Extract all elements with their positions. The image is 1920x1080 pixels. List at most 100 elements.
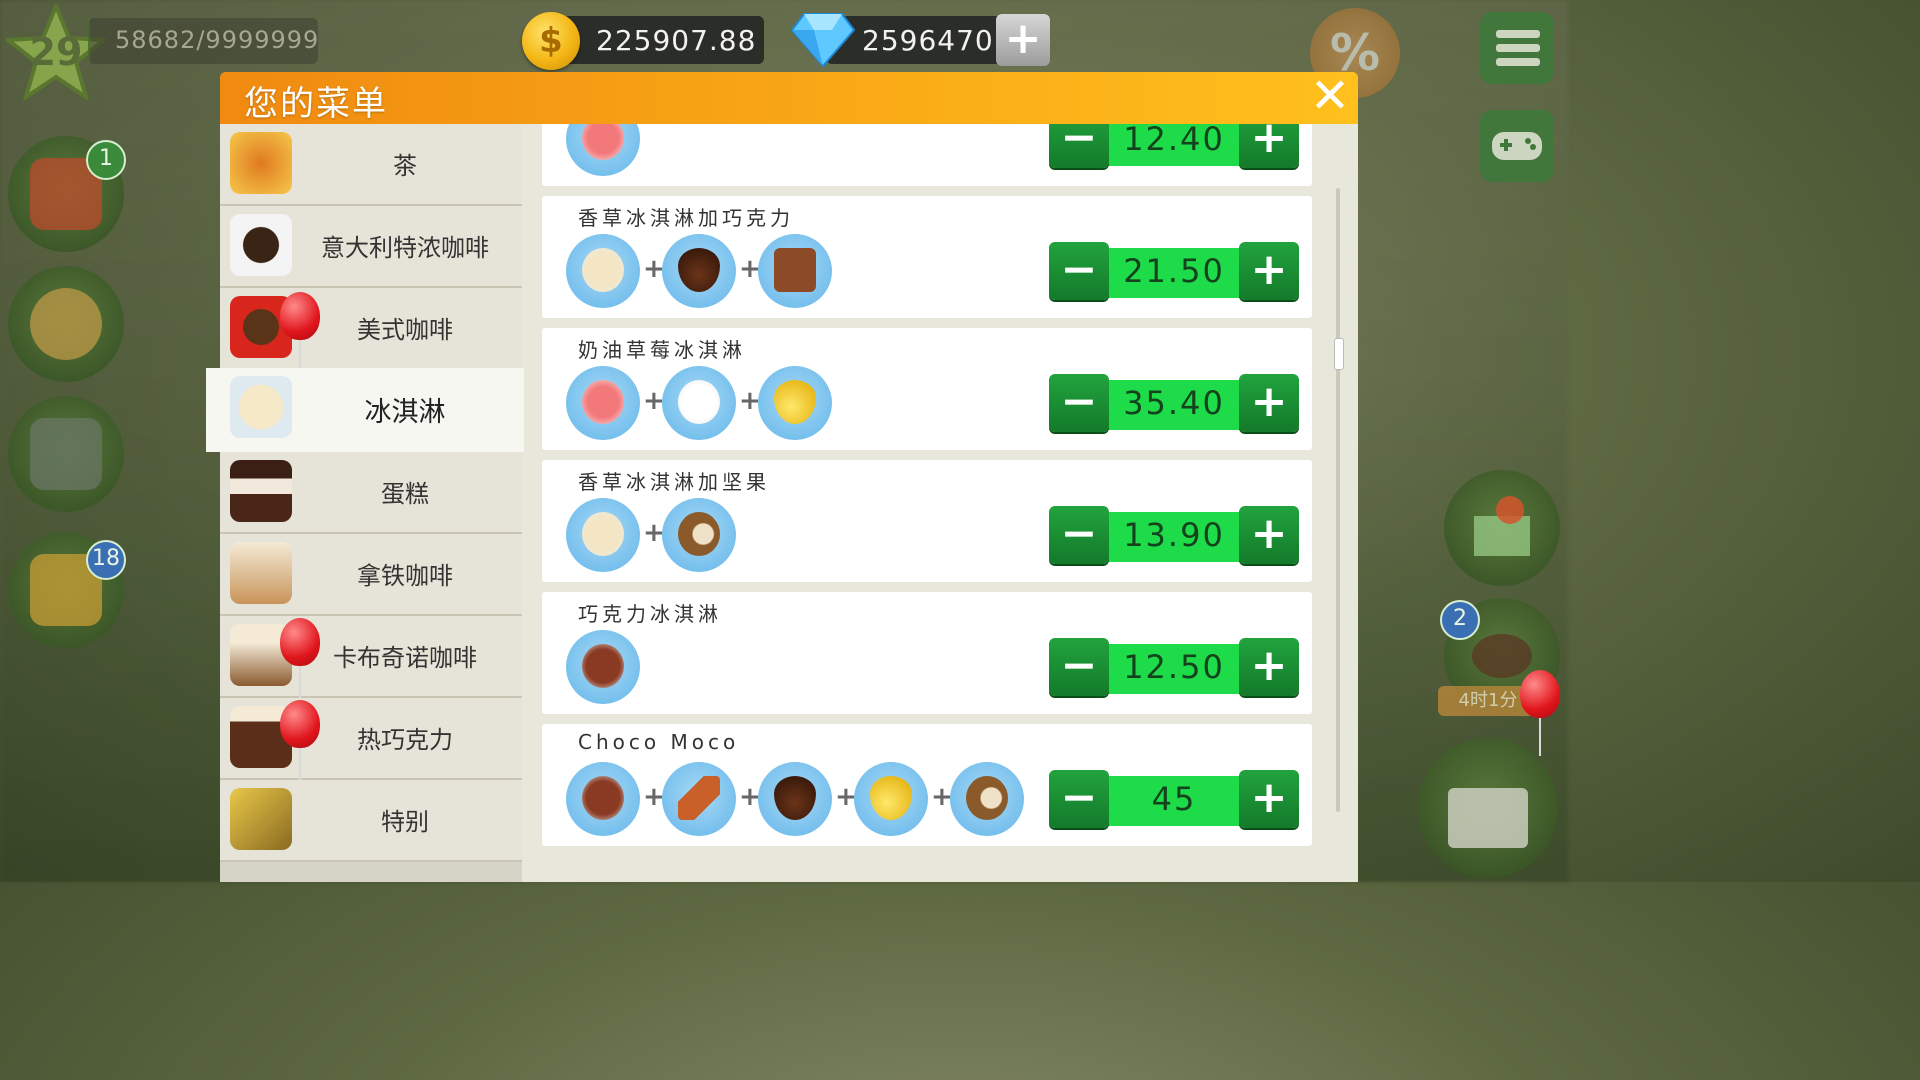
price-control: − 12.40 +: [1049, 124, 1299, 170]
price-value: 45: [1151, 780, 1197, 818]
category-label: 拿铁咖啡: [357, 562, 453, 590]
recipe-name: 香草冰淇淋加巧克力: [578, 206, 794, 230]
category-espresso[interactable]: 意大利特浓咖啡: [220, 206, 522, 288]
recipe-name: 巧克力冰淇淋: [578, 602, 722, 626]
map-button[interactable]: [1444, 470, 1560, 586]
hazelnut-icon: [950, 762, 1024, 836]
decrease-price-button[interactable]: −: [1049, 770, 1109, 828]
ingredient-picture: [774, 380, 816, 424]
increase-price-button[interactable]: +: [1239, 374, 1299, 432]
ingredient-picture: [678, 380, 720, 424]
ingredient-picture: [870, 776, 912, 820]
strawberry-ice-cream-icon: [566, 124, 640, 176]
recipe-book-badge: 1: [86, 140, 126, 180]
telephone-icon: [30, 418, 102, 490]
buy-gems-button[interactable]: +: [996, 14, 1050, 66]
category-label: 冰淇淋: [364, 397, 446, 428]
decrease-price-button[interactable]: −: [1049, 374, 1109, 432]
decrease-price-button[interactable]: −: [1049, 638, 1109, 696]
dialog-header: 您的菜单 ✕: [220, 72, 1358, 124]
price-value: 13.90: [1123, 516, 1225, 554]
price-control: − 21.50 +: [1049, 242, 1299, 302]
chocolate-syrup-icon: [758, 762, 832, 836]
recipe-name: 奶油草莓冰淇淋: [578, 338, 746, 362]
ingredient-picture: [582, 124, 624, 160]
menu-line-icon: [1496, 30, 1540, 38]
price-value: 35.40: [1123, 384, 1225, 422]
ingredients-button[interactable]: [8, 266, 124, 382]
xp-bar-fill: [88, 18, 90, 64]
red-balloon-icon: [280, 618, 320, 704]
ingredient-picture: [774, 248, 816, 292]
category-label: 蛋糕: [381, 480, 429, 508]
dialog-title: 您的菜单: [244, 84, 388, 124]
menu-list-button[interactable]: [1480, 12, 1554, 84]
menu-line-icon: [1496, 44, 1540, 52]
gamepad-button[interactable]: [1480, 110, 1554, 182]
honey-drop-icon: [758, 366, 832, 440]
price-control: − 12.50 +: [1049, 638, 1299, 698]
red-balloon-icon: [280, 292, 320, 378]
decrease-price-button[interactable]: −: [1049, 242, 1109, 300]
phone-button[interactable]: [8, 396, 124, 512]
gem-value: 2596470: [862, 24, 994, 57]
price-control: − 45 +: [1049, 770, 1299, 830]
xp-text: 58682/9999999: [115, 26, 320, 54]
decrease-price-button[interactable]: −: [1049, 506, 1109, 564]
chocolate-ice-cream-icon: [566, 630, 640, 704]
coffee-orders-badge: 2: [1440, 600, 1480, 640]
coin-value: 225907.88: [596, 24, 757, 57]
category-tea[interactable]: 茶: [220, 124, 522, 206]
ice-cream-icon: [230, 376, 292, 438]
increase-price-button[interactable]: +: [1239, 638, 1299, 696]
scrollbar-thumb[interactable]: [1334, 338, 1344, 370]
recipe-row: Choco Moco + + + + − 45 +: [542, 724, 1312, 846]
category-hot-chocolate[interactable]: 热巧克力: [220, 698, 522, 786]
increase-price-button[interactable]: +: [1239, 506, 1299, 564]
cash-register-button[interactable]: [1418, 738, 1558, 878]
ingredient-picture: [678, 248, 720, 292]
ingredient-picture: [774, 776, 816, 820]
ingredient-picture: [582, 644, 624, 688]
increase-price-button[interactable]: +: [1239, 770, 1299, 828]
map-pin-icon: [1474, 496, 1530, 556]
category-label: 特别: [381, 808, 429, 836]
category-cappuccino[interactable]: 卡布奇诺咖啡: [220, 616, 522, 704]
coin-icon: $: [522, 12, 580, 70]
latte-glass-icon: [230, 542, 292, 604]
ingredient-picture: [678, 776, 720, 820]
cake-slice-icon: [230, 460, 292, 522]
coin-counter: 225907.88: [550, 16, 764, 64]
increase-price-button[interactable]: +: [1239, 242, 1299, 300]
flour-sack-icon: [30, 288, 102, 360]
ingredient-picture: [582, 512, 624, 556]
close-button[interactable]: ✕: [1308, 72, 1352, 120]
espresso-cup-icon: [230, 214, 292, 276]
category-special[interactable]: 特别: [220, 780, 522, 862]
red-balloon-icon: [1520, 670, 1560, 756]
ingredient-picture: [582, 776, 624, 820]
recipe-name: 香草冰淇淋加坚果: [578, 470, 770, 494]
diamond-icon: [790, 13, 856, 68]
hazelnut-icon: [662, 498, 736, 572]
cinnamon-icon: [662, 762, 736, 836]
recipe-scrollbar[interactable]: [1334, 188, 1344, 812]
price-value: 12.50: [1123, 648, 1225, 686]
category-latte[interactable]: 拿铁咖啡: [220, 534, 522, 616]
increase-price-button[interactable]: +: [1239, 124, 1299, 168]
category-list: 茶 意大利特浓咖啡 美式咖啡 冰淇淋 蛋糕 拿铁咖啡 卡布奇诺咖啡 热巧克力 特…: [206, 124, 524, 882]
menu-line-icon: [1496, 58, 1540, 66]
vanilla-ice-cream-icon: [566, 498, 640, 572]
ingredient-picture: [966, 776, 1008, 820]
ingredient-picture: [678, 512, 720, 556]
red-balloon-icon: [280, 700, 320, 786]
recipe-row: 巧克力冰淇淋 − 12.50 +: [542, 592, 1312, 714]
category-americano[interactable]: 美式咖啡: [220, 288, 522, 378]
special-drink-icon: [230, 788, 292, 850]
recipe-name: Choco Moco: [578, 730, 740, 754]
price-control: − 13.90 +: [1049, 506, 1299, 566]
category-cake[interactable]: 蛋糕: [220, 452, 522, 534]
category-label: 茶: [393, 152, 417, 180]
category-ice-cream[interactable]: 冰淇淋: [206, 368, 524, 452]
decrease-price-button[interactable]: −: [1049, 124, 1109, 168]
